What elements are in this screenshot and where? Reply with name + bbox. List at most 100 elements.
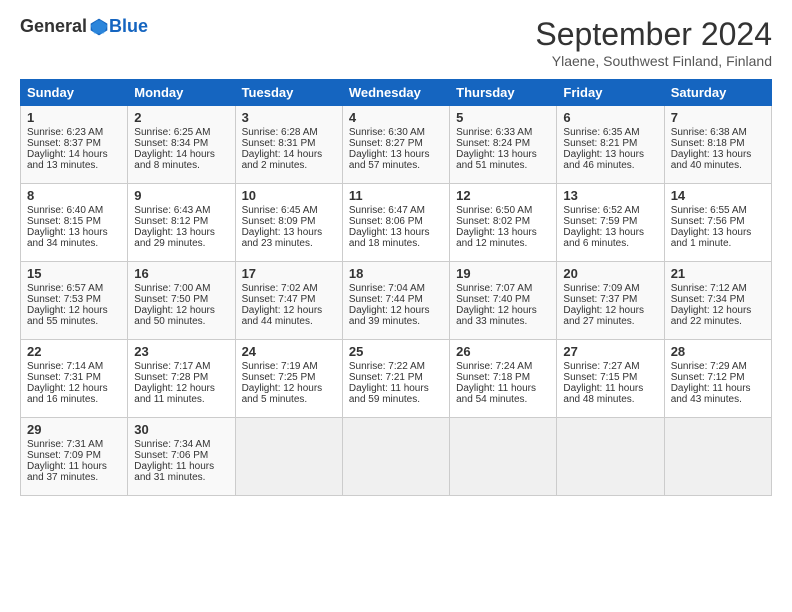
sunset: Sunset: 7:31 PM	[27, 372, 101, 383]
daylight: Daylight: 12 hours and 27 minutes.	[563, 305, 644, 327]
sunrise: Sunrise: 7:19 AM	[242, 361, 318, 372]
sunset: Sunset: 8:21 PM	[563, 138, 637, 149]
sunrise: Sunrise: 7:04 AM	[349, 283, 425, 294]
day-cell: 15Sunrise: 6:57 AMSunset: 7:53 PMDayligh…	[21, 262, 128, 340]
logo-general: General	[20, 16, 87, 37]
daylight: Daylight: 13 hours and 29 minutes.	[134, 227, 215, 249]
day-cell: 30Sunrise: 7:34 AMSunset: 7:06 PMDayligh…	[128, 418, 235, 496]
day-cell	[557, 418, 664, 496]
header-row: SundayMondayTuesdayWednesdayThursdayFrid…	[21, 80, 772, 106]
day-number: 28	[671, 344, 765, 359]
sunrise: Sunrise: 7:14 AM	[27, 361, 103, 372]
sunset: Sunset: 8:02 PM	[456, 216, 530, 227]
day-header-sunday: Sunday	[21, 80, 128, 106]
title-area: September 2024 Ylaene, Southwest Finland…	[535, 16, 772, 69]
daylight: Daylight: 12 hours and 33 minutes.	[456, 305, 537, 327]
sunset: Sunset: 7:28 PM	[134, 372, 208, 383]
day-cell: 26Sunrise: 7:24 AMSunset: 7:18 PMDayligh…	[450, 340, 557, 418]
day-number: 23	[134, 344, 228, 359]
day-number: 19	[456, 266, 550, 281]
day-number: 20	[563, 266, 657, 281]
sunrise: Sunrise: 7:31 AM	[27, 439, 103, 450]
daylight: Daylight: 12 hours and 55 minutes.	[27, 305, 108, 327]
day-cell: 14Sunrise: 6:55 AMSunset: 7:56 PMDayligh…	[664, 184, 771, 262]
sunrise: Sunrise: 7:12 AM	[671, 283, 747, 294]
week-row-4: 22Sunrise: 7:14 AMSunset: 7:31 PMDayligh…	[21, 340, 772, 418]
week-row-5: 29Sunrise: 7:31 AMSunset: 7:09 PMDayligh…	[21, 418, 772, 496]
daylight: Daylight: 12 hours and 22 minutes.	[671, 305, 752, 327]
day-header-thursday: Thursday	[450, 80, 557, 106]
week-row-2: 8Sunrise: 6:40 AMSunset: 8:15 PMDaylight…	[21, 184, 772, 262]
sunrise: Sunrise: 7:27 AM	[563, 361, 639, 372]
daylight: Daylight: 11 hours and 37 minutes.	[27, 461, 107, 483]
day-number: 8	[27, 188, 121, 203]
sunset: Sunset: 8:24 PM	[456, 138, 530, 149]
sunset: Sunset: 7:18 PM	[456, 372, 530, 383]
day-header-saturday: Saturday	[664, 80, 771, 106]
sunrise: Sunrise: 7:29 AM	[671, 361, 747, 372]
sunrise: Sunrise: 6:50 AM	[456, 205, 532, 216]
sunrise: Sunrise: 6:55 AM	[671, 205, 747, 216]
daylight: Daylight: 13 hours and 1 minute.	[671, 227, 752, 249]
daylight: Daylight: 11 hours and 31 minutes.	[134, 461, 214, 483]
day-cell: 7Sunrise: 6:38 AMSunset: 8:18 PMDaylight…	[664, 106, 771, 184]
daylight: Daylight: 11 hours and 48 minutes.	[563, 383, 643, 405]
day-number: 4	[349, 110, 443, 125]
daylight: Daylight: 12 hours and 5 minutes.	[242, 383, 323, 405]
daylight: Daylight: 12 hours and 50 minutes.	[134, 305, 215, 327]
day-cell: 4Sunrise: 6:30 AMSunset: 8:27 PMDaylight…	[342, 106, 449, 184]
logo-text: General Blue	[20, 16, 148, 37]
daylight: Daylight: 12 hours and 44 minutes.	[242, 305, 323, 327]
daylight: Daylight: 12 hours and 11 minutes.	[134, 383, 215, 405]
sunset: Sunset: 8:06 PM	[349, 216, 423, 227]
day-cell: 8Sunrise: 6:40 AMSunset: 8:15 PMDaylight…	[21, 184, 128, 262]
daylight: Daylight: 11 hours and 59 minutes.	[349, 383, 429, 405]
day-number: 15	[27, 266, 121, 281]
sunrise: Sunrise: 6:43 AM	[134, 205, 210, 216]
sunrise: Sunrise: 6:38 AM	[671, 127, 747, 138]
day-cell: 25Sunrise: 7:22 AMSunset: 7:21 PMDayligh…	[342, 340, 449, 418]
day-cell: 16Sunrise: 7:00 AMSunset: 7:50 PMDayligh…	[128, 262, 235, 340]
sunset: Sunset: 7:09 PM	[27, 450, 101, 461]
day-number: 3	[242, 110, 336, 125]
week-row-1: 1Sunrise: 6:23 AMSunset: 8:37 PMDaylight…	[21, 106, 772, 184]
sunrise: Sunrise: 7:09 AM	[563, 283, 639, 294]
daylight: Daylight: 14 hours and 13 minutes.	[27, 149, 108, 171]
page: General Blue September 2024 Ylaene, Sout…	[0, 0, 792, 512]
sunrise: Sunrise: 7:22 AM	[349, 361, 425, 372]
day-number: 12	[456, 188, 550, 203]
daylight: Daylight: 13 hours and 12 minutes.	[456, 227, 537, 249]
sunrise: Sunrise: 7:00 AM	[134, 283, 210, 294]
sunset: Sunset: 7:21 PM	[349, 372, 423, 383]
day-cell: 3Sunrise: 6:28 AMSunset: 8:31 PMDaylight…	[235, 106, 342, 184]
daylight: Daylight: 14 hours and 8 minutes.	[134, 149, 215, 171]
day-cell: 13Sunrise: 6:52 AMSunset: 7:59 PMDayligh…	[557, 184, 664, 262]
day-cell	[342, 418, 449, 496]
sunset: Sunset: 8:18 PM	[671, 138, 745, 149]
daylight: Daylight: 12 hours and 16 minutes.	[27, 383, 108, 405]
sunrise: Sunrise: 6:25 AM	[134, 127, 210, 138]
sunrise: Sunrise: 6:57 AM	[27, 283, 103, 294]
day-cell: 18Sunrise: 7:04 AMSunset: 7:44 PMDayligh…	[342, 262, 449, 340]
daylight: Daylight: 11 hours and 43 minutes.	[671, 383, 751, 405]
daylight: Daylight: 13 hours and 18 minutes.	[349, 227, 430, 249]
daylight: Daylight: 13 hours and 57 minutes.	[349, 149, 430, 171]
sunrise: Sunrise: 7:07 AM	[456, 283, 532, 294]
day-cell: 19 Sunrise: 7:07 AMSunset: 7:40 PMDayligh…	[450, 262, 557, 340]
day-number: 26	[456, 344, 550, 359]
logo-blue: Blue	[109, 16, 148, 37]
day-cell: 27Sunrise: 7:27 AMSunset: 7:15 PMDayligh…	[557, 340, 664, 418]
sunset: Sunset: 7:40 PM	[456, 294, 530, 305]
sunrise: Sunrise: 7:24 AM	[456, 361, 532, 372]
sunset: Sunset: 7:34 PM	[671, 294, 745, 305]
sunset: Sunset: 7:47 PM	[242, 294, 316, 305]
day-cell: 2Sunrise: 6:25 AMSunset: 8:34 PMDaylight…	[128, 106, 235, 184]
day-cell: 22Sunrise: 7:14 AMSunset: 7:31 PMDayligh…	[21, 340, 128, 418]
day-cell: 6Sunrise: 6:35 AMSunset: 8:21 PMDaylight…	[557, 106, 664, 184]
day-number: 9	[134, 188, 228, 203]
day-number: 27	[563, 344, 657, 359]
sunset: Sunset: 7:59 PM	[563, 216, 637, 227]
sunrise: Sunrise: 6:28 AM	[242, 127, 318, 138]
day-cell: 1Sunrise: 6:23 AMSunset: 8:37 PMDaylight…	[21, 106, 128, 184]
week-row-3: 15Sunrise: 6:57 AMSunset: 7:53 PMDayligh…	[21, 262, 772, 340]
